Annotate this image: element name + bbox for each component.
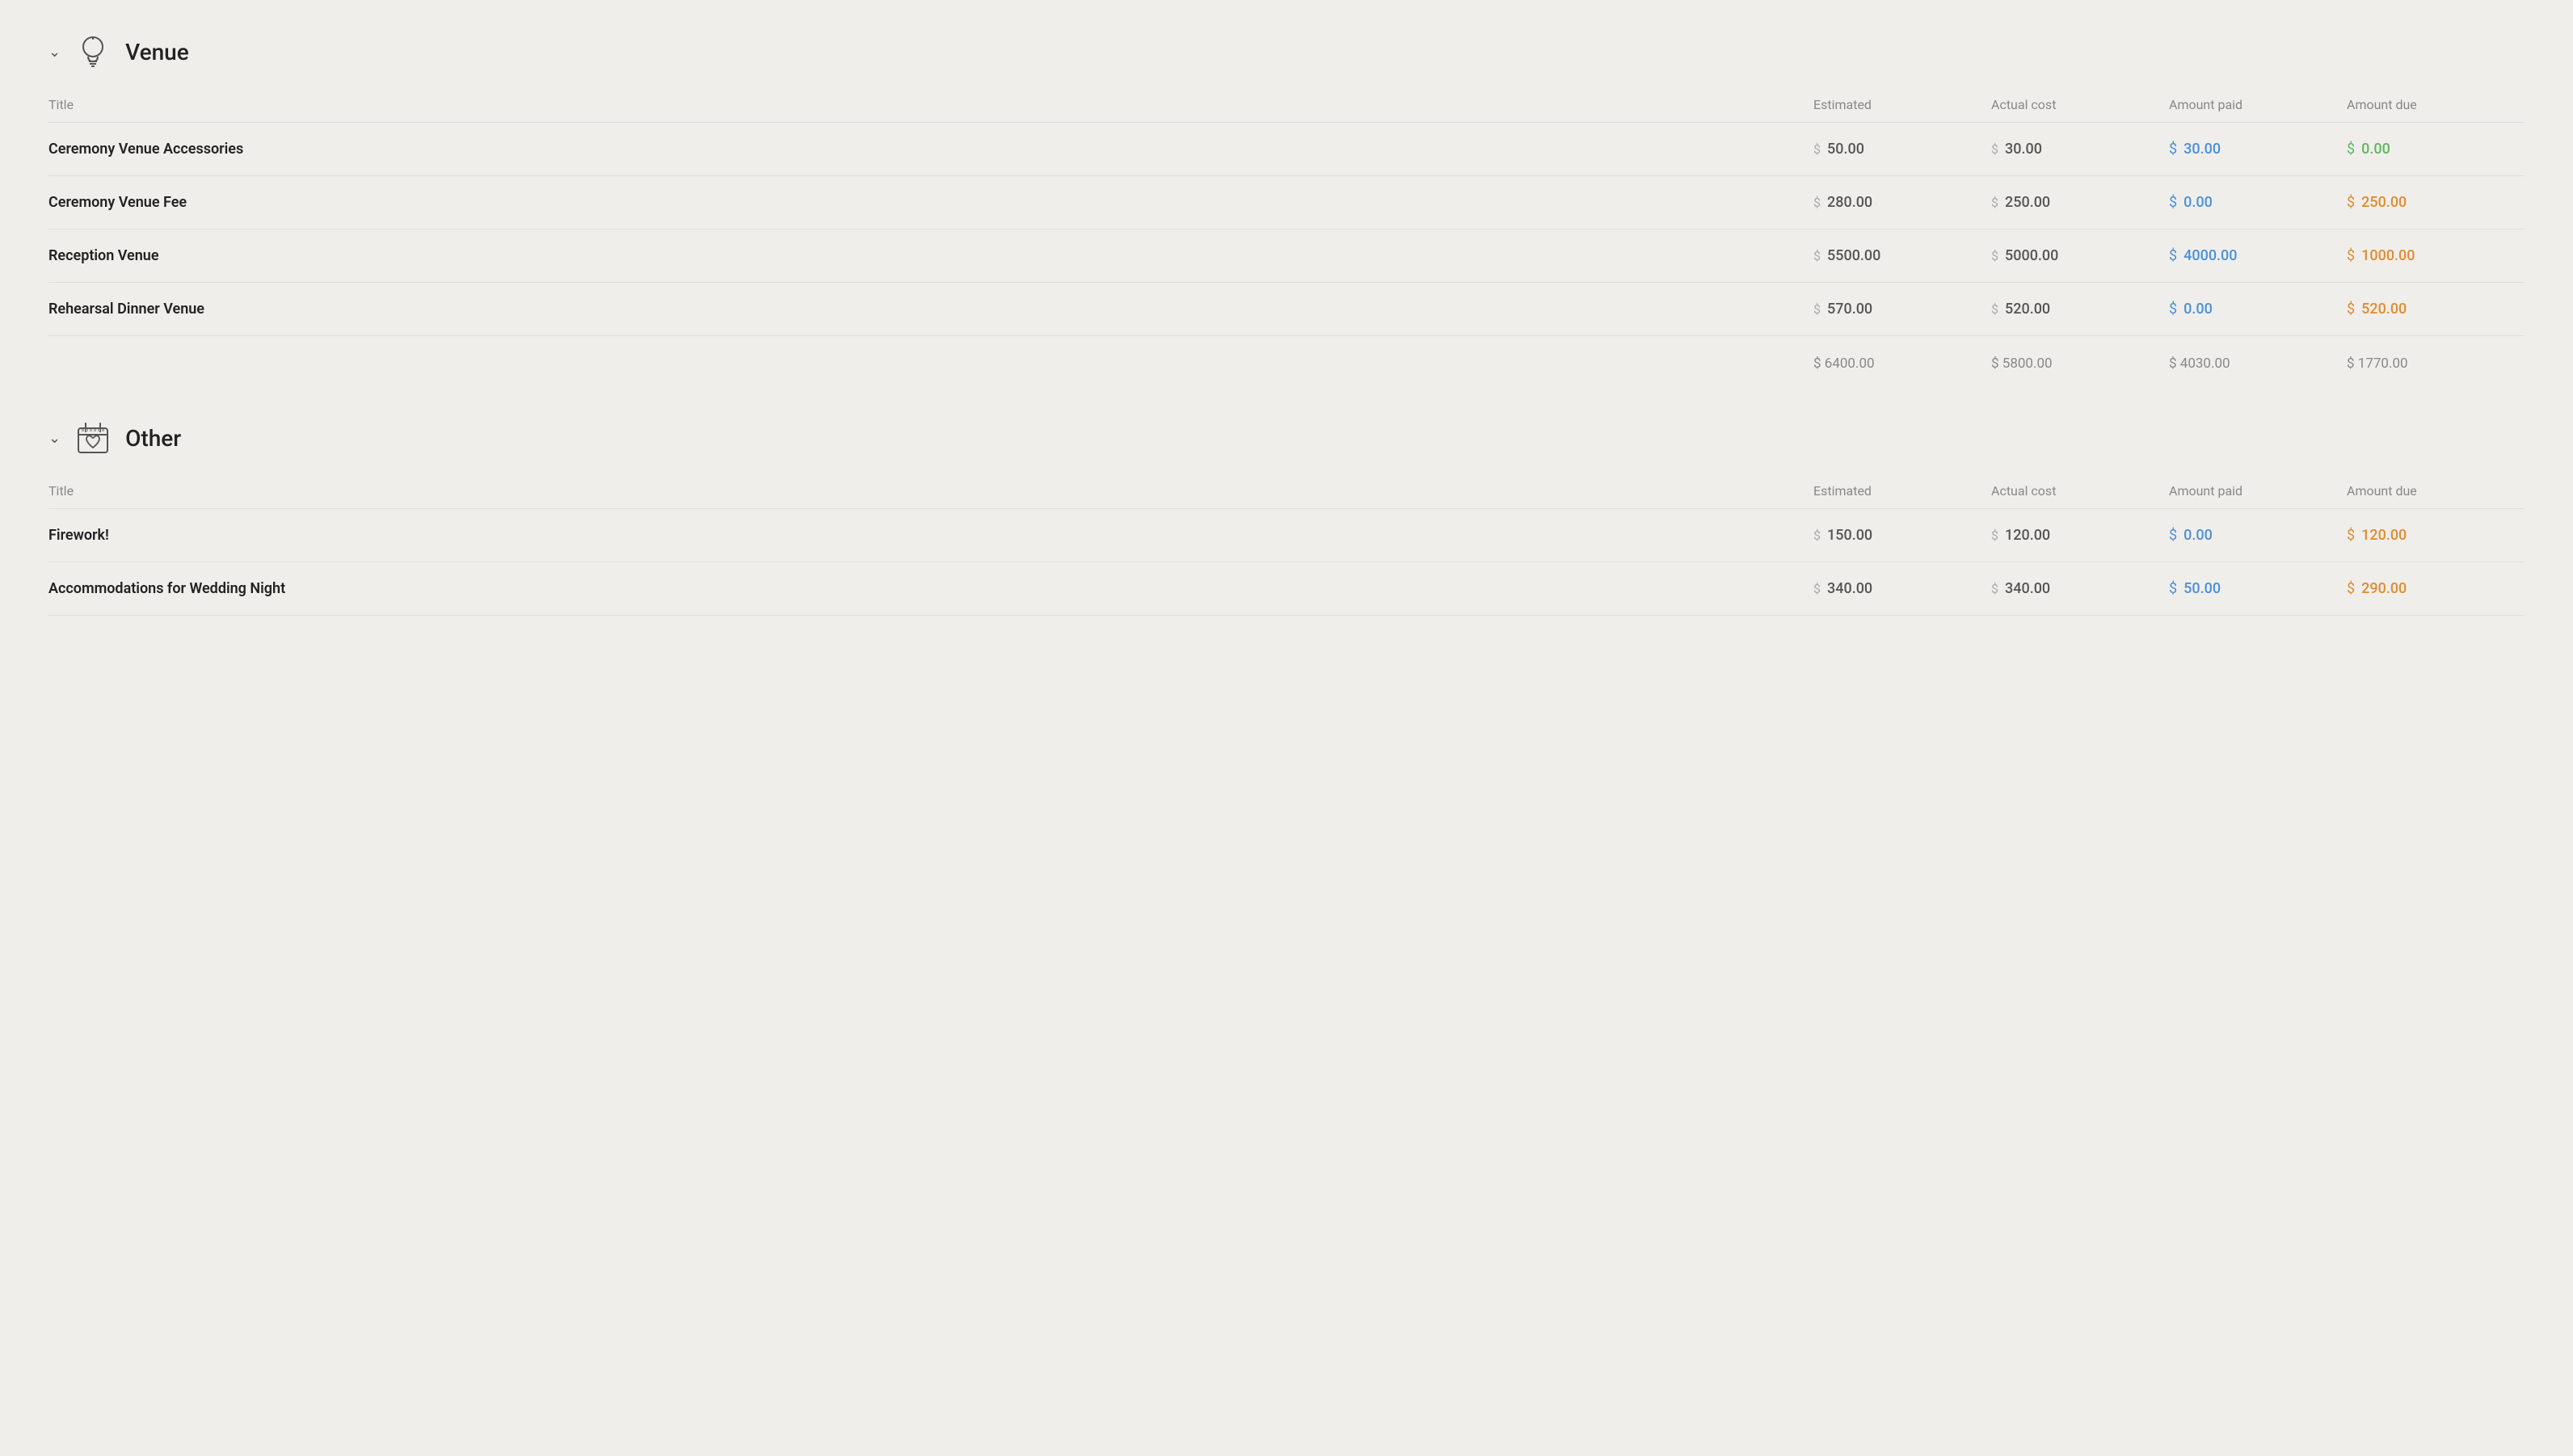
row-title: Ceremony Venue Fee [48,194,1813,211]
venue-table-header: Title Estimated Actual cost Amount paid … [48,90,2525,123]
currency-icon: $ [1991,141,1998,157]
amount-due-cell: $ 1000.00 [2347,247,2525,264]
currency-icon: $ [1813,581,1821,596]
other-section: ⌄ Other Title Estimated [48,419,2525,616]
other-section-header: ⌄ Other [48,419,2525,457]
amount-paid-cell: $ 0.00 [2169,527,2347,544]
currency-icon: $ [1813,301,1821,317]
amount-paid-cell: $ 30.00 [2169,141,2347,158]
row-title: Ceremony Venue Accessories [48,141,1813,158]
table-row: Ceremony Venue Accessories $ 50.00 $ 30.… [48,123,2525,176]
table-row: Reception Venue $ 5500.00 $ 5000.00 $ 40… [48,229,2525,283]
estimated-cell: $ 5500.00 [1813,247,1991,264]
currency-icon: $ [2169,194,2177,211]
actual-cost-cell: $ 5000.00 [1991,247,2169,264]
other-col-actual: Actual cost [1991,483,2169,499]
estimated-cell: $ 150.00 [1813,527,1991,544]
total-actual: $ 5800.00 [1991,356,2169,372]
amount-due-cell: $ 250.00 [2347,194,2525,211]
other-chevron-icon[interactable]: ⌄ [48,430,61,447]
venue-chevron-icon[interactable]: ⌄ [48,44,61,61]
actual-cost-cell: $ 250.00 [1991,194,2169,211]
venue-budget-table: Title Estimated Actual cost Amount paid … [48,90,2525,378]
amount-paid-cell: $ 50.00 [2169,580,2347,597]
total-estimated: $ 6400.00 [1813,356,1991,372]
table-row: Rehearsal Dinner Venue $ 570.00 $ 520.00… [48,283,2525,336]
venue-section: ⌄ Venue Title Estimated Actual cost Amou… [48,32,2525,378]
venue-col-paid: Amount paid [2169,97,2347,112]
venue-section-icon [74,32,112,71]
estimated-cell: $ 280.00 [1813,194,1991,211]
currency-icon: $ [2347,247,2355,264]
table-row: Accommodations for Wedding Night $ 340.0… [48,562,2525,616]
currency-icon: $ [1813,195,1821,210]
venue-col-estimated: Estimated [1813,97,1991,112]
row-title: Accommodations for Wedding Night [48,580,1813,597]
row-title: Firework! [48,527,1813,544]
amount-due-cell: $ 120.00 [2347,527,2525,544]
currency-icon: $ [2347,580,2355,597]
currency-icon: $ [1813,141,1821,157]
other-col-paid: Amount paid [2169,483,2347,499]
currency-icon: $ [1991,195,1998,210]
currency-icon: $ [2169,527,2177,544]
currency-icon: $ [1991,301,1998,317]
currency-icon: $ [2169,247,2177,264]
currency-icon: $ [1813,528,1821,543]
other-col-estimated: Estimated [1813,483,1991,499]
other-budget-table: Title Estimated Actual cost Amount paid … [48,477,2525,616]
amount-due-cell: $ 290.00 [2347,580,2525,597]
estimated-cell: $ 340.00 [1813,580,1991,597]
amount-paid-cell: $ 0.00 [2169,301,2347,318]
currency-icon: $ [1991,528,1998,543]
amount-due-cell: $ 520.00 [2347,301,2525,318]
venue-col-title: Title [48,97,1813,112]
total-paid: $ 4030.00 [2169,356,2347,372]
other-col-due: Amount due [2347,483,2525,499]
currency-icon: $ [2169,301,2177,318]
currency-icon: $ [1991,248,1998,263]
currency-icon: $ [2347,527,2355,544]
venue-col-due: Amount due [2347,97,2525,112]
estimated-cell: $ 50.00 [1813,141,1991,158]
row-title: Rehearsal Dinner Venue [48,301,1813,318]
estimated-cell: $ 570.00 [1813,301,1991,318]
venue-section-header: ⌄ Venue [48,32,2525,71]
other-section-icon [74,419,112,457]
venue-totals-row: $ 6400.00 $ 5800.00 $ 4030.00 $ 1770.00 [48,336,2525,378]
actual-cost-cell: $ 30.00 [1991,141,2169,158]
currency-icon: $ [2169,141,2177,158]
other-section-title: Other [125,425,181,452]
table-row: Ceremony Venue Fee $ 280.00 $ 250.00 $ 0… [48,176,2525,229]
other-col-title: Title [48,483,1813,499]
row-title: Reception Venue [48,247,1813,264]
currency-icon: $ [2347,194,2355,211]
currency-icon: $ [1991,581,1998,596]
amount-due-cell: $ 0.00 [2347,141,2525,158]
currency-icon: $ [2347,301,2355,318]
venue-section-title: Venue [125,39,189,65]
currency-icon: $ [2347,141,2355,158]
actual-cost-cell: $ 340.00 [1991,580,2169,597]
table-row: Firework! $ 150.00 $ 120.00 $ 0.00 $ 120… [48,509,2525,562]
amount-paid-cell: $ 4000.00 [2169,247,2347,264]
currency-icon: $ [2169,580,2177,597]
amount-paid-cell: $ 0.00 [2169,194,2347,211]
total-due: $ 1770.00 [2347,356,2525,372]
other-table-header: Title Estimated Actual cost Amount paid … [48,477,2525,509]
venue-col-actual: Actual cost [1991,97,2169,112]
actual-cost-cell: $ 120.00 [1991,527,2169,544]
currency-icon: $ [1813,248,1821,263]
actual-cost-cell: $ 520.00 [1991,301,2169,318]
